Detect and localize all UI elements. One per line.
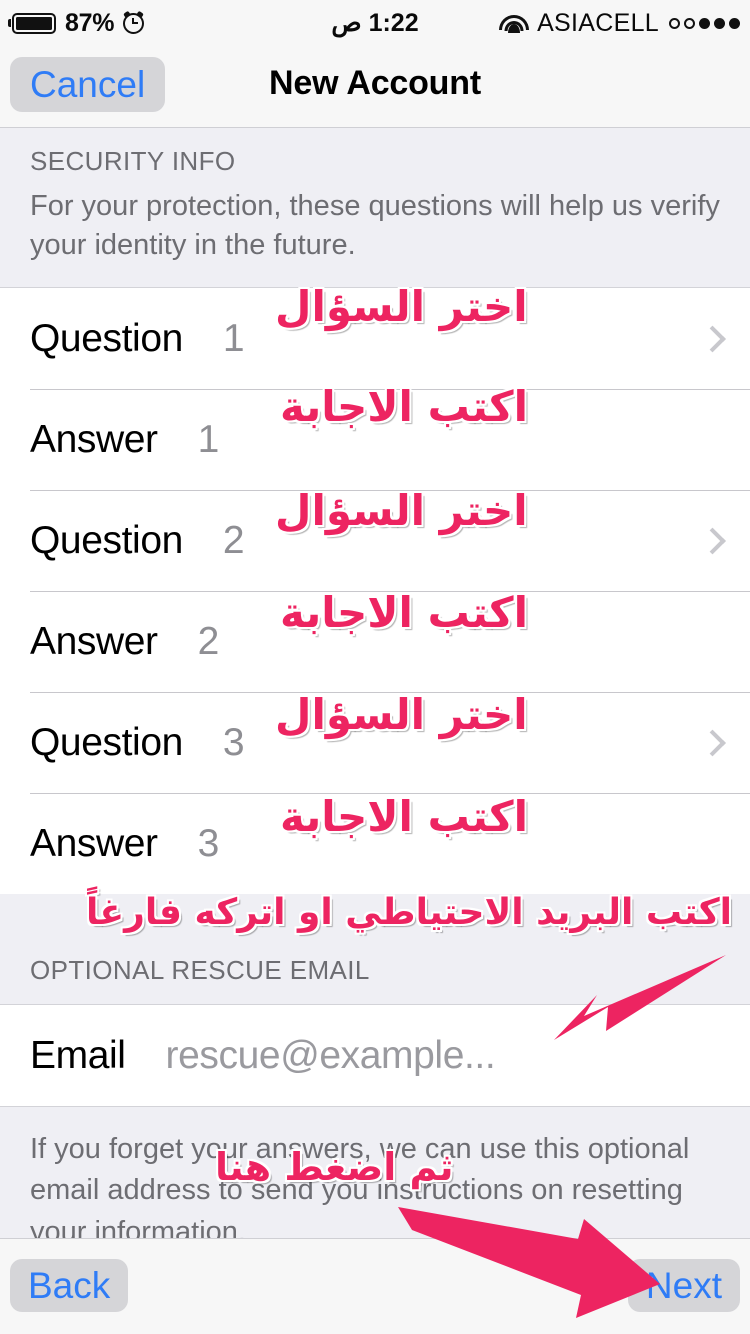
row-answer-3[interactable]: Answer 3 [0, 793, 750, 895]
page-title: New Account [269, 64, 481, 102]
row-value: 3 [197, 821, 220, 865]
row-label: Question [30, 720, 183, 764]
signal-strength-dots [669, 17, 740, 29]
security-info-title: SECURITY INFO [30, 146, 236, 176]
rescue-email-title: OPTIONAL RESCUE EMAIL [30, 955, 370, 986]
row-value: 2 [222, 518, 245, 562]
security-info-description: For your protection, these questions wil… [30, 190, 720, 262]
chevron-right-icon [699, 325, 726, 353]
wifi-icon [499, 14, 530, 33]
rescue-email-list: Email rescue@example... [0, 1005, 750, 1107]
row-value: 1 [197, 417, 220, 461]
navigation-bar: Cancel New Account [0, 46, 750, 128]
row-value: 1 [222, 316, 245, 360]
email-input[interactable]: rescue@example... [166, 1034, 496, 1078]
next-button[interactable]: Next [627, 1259, 740, 1312]
status-bar: 87% 1:22 ص ASIACELL [0, 0, 750, 46]
row-question-1[interactable]: Question 1 [0, 288, 750, 390]
row-label: Answer [30, 619, 158, 663]
row-value: 3 [222, 720, 245, 764]
row-question-3[interactable]: Question 3 [0, 692, 750, 794]
row-email[interactable]: Email rescue@example... [0, 1005, 750, 1107]
form-content: SECURITY INFO For your protection, these… [0, 128, 750, 1277]
bottom-toolbar: Back Next [0, 1238, 750, 1334]
back-button[interactable]: Back [10, 1259, 129, 1312]
email-label: Email [30, 1033, 126, 1077]
carrier-label: ASIACELL [537, 8, 659, 37]
row-label: Question [30, 316, 183, 360]
rescue-email-section-header: OPTIONAL RESCUE EMAIL [0, 894, 750, 1006]
chevron-right-icon [699, 729, 726, 757]
status-bar-right: ASIACELL [499, 8, 740, 38]
row-question-2[interactable]: Question 2 [0, 490, 750, 592]
row-answer-2[interactable]: Answer 2 [0, 591, 750, 693]
row-label: Answer [30, 417, 158, 461]
row-answer-1[interactable]: Answer 1 [0, 389, 750, 491]
row-value: 2 [197, 619, 220, 663]
chevron-right-icon [699, 527, 726, 555]
row-label: Question [30, 518, 183, 562]
row-label: Answer [30, 821, 158, 865]
security-questions-list: Question 1 Answer 1 Question 2 Answer 2 … [0, 288, 750, 895]
iphone-screen: 87% 1:22 ص ASIACELL Cancel New Account S… [0, 0, 750, 1334]
security-info-section-header: SECURITY INFO For your protection, these… [0, 128, 750, 289]
